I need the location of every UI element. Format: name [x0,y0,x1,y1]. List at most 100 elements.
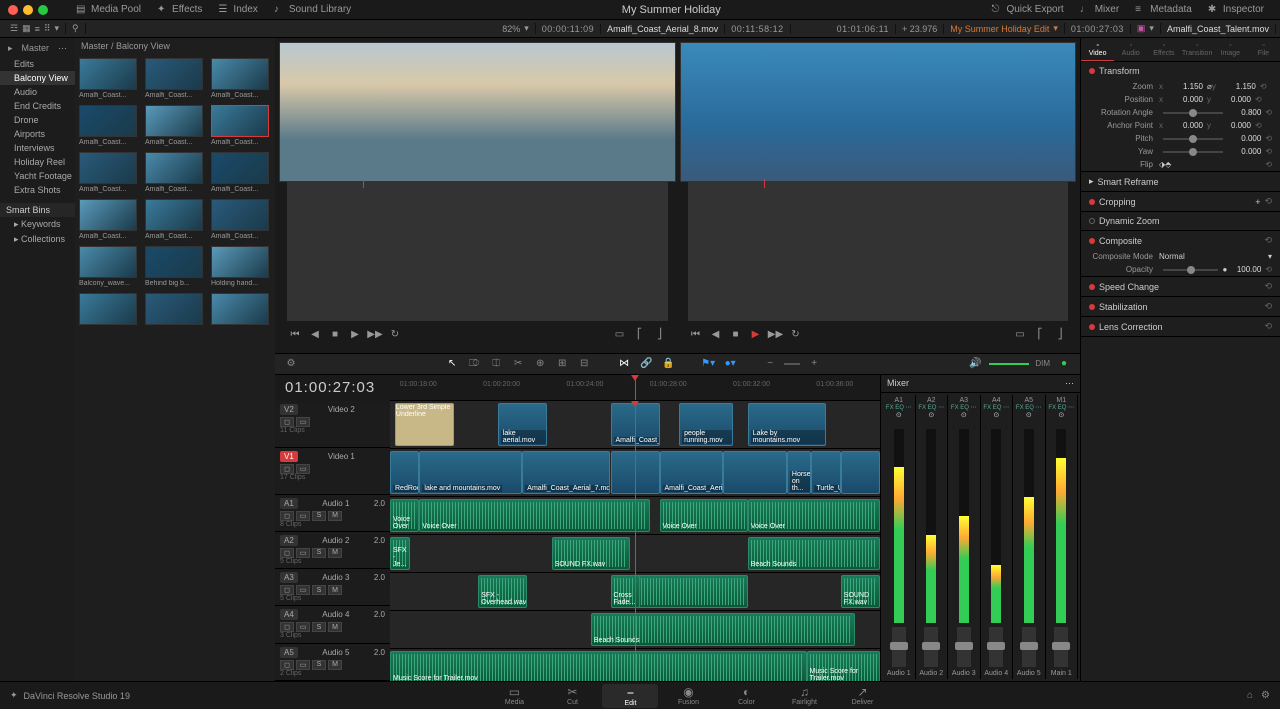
zoom-in[interactable]: + [806,356,822,372]
monitor-volume[interactable]: 🔊 [967,356,983,372]
media-clip[interactable]: Amalfi_Coast... [211,152,271,193]
project-manager-icon[interactable]: ⌂ [1247,690,1253,701]
bin-item[interactable]: Edits [0,57,75,71]
page-cut[interactable]: ✂Cut [544,684,600,708]
src-first-frame[interactable]: ⏮ [287,327,303,343]
pos-x[interactable]: 0.000 [1169,95,1207,104]
src-play[interactable]: ▶ [347,327,363,343]
timeline-clip[interactable]: SFX - Overhead.wav [478,575,527,608]
insert-clip[interactable]: ⊕ [532,356,548,372]
track-header-a5[interactable]: A5Audio 52.0◻▭SM2 Clips [275,644,390,681]
timeline-clip[interactable]: SOUND FX.wav [552,537,630,570]
track-header-v1[interactable]: V1Video 1◻▭17 Clips [275,448,390,495]
timeline-clip[interactable]: Lower 3rd Simple Underline [395,403,454,446]
timeline-clip[interactable] [841,451,880,494]
dynamic-trim[interactable]: ⎅ [488,356,504,372]
page-fusion[interactable]: ◉Fusion [660,684,716,708]
media-clip[interactable]: Holding hand... [211,246,271,287]
prg-prev-frame[interactable]: ◀ [708,327,724,343]
media-clip[interactable]: Amalfi_Coast... [211,199,271,240]
media-pool-toggle[interactable]: ▤Media Pool [68,4,149,15]
inspector-toggle[interactable]: ✱Inspector [1200,4,1272,15]
prg-next-frame[interactable]: ▶▶ [768,327,784,343]
zoom-y[interactable]: 1.150 [1222,82,1260,91]
media-clip[interactable] [79,293,139,327]
bin-item[interactable]: Extra Shots [0,183,75,197]
bin-item[interactable]: Drone [0,113,75,127]
sound-library-toggle[interactable]: ♪Sound Library [266,4,359,15]
lens-correction-section[interactable]: Lens Correction ⟲ [1081,317,1280,336]
transform-section[interactable]: Transform [1081,62,1280,80]
dynamic-zoom-section[interactable]: Dynamic Zoom [1081,212,1280,230]
yaw-slider[interactable] [1163,151,1223,153]
playhead[interactable] [635,375,636,400]
inspector-tab-video[interactable]: ▫Video [1081,38,1114,61]
track-header-a3[interactable]: A3Audio 32.0◻▭SM5 Clips [275,569,390,606]
index-toggle[interactable]: ☰Index [210,4,265,15]
bin-item[interactable]: End Credits [0,99,75,113]
media-clip[interactable]: Amalfi_Coast... [79,152,139,193]
inspector-tab-audio[interactable]: ▫Audio [1114,38,1147,61]
pos-y[interactable]: 0.000 [1217,95,1255,104]
media-clip[interactable] [211,293,271,327]
prg-loop[interactable]: ↻ [788,327,804,343]
mixer-strip-a2[interactable]: A2FX EQ ⋯⊙Audio 2 [916,395,949,680]
timeline-clip[interactable]: SOUND FX.wav [841,575,880,608]
timeline-clip[interactable]: Horse on th... [787,451,812,494]
mixer-toggle[interactable]: ♩Mixer [1072,4,1127,15]
src-prev-frame[interactable]: ◀ [307,327,323,343]
prg-mark-in[interactable]: ⎡ [1032,327,1048,343]
timeline-clip[interactable]: RedRock_Talent_3... [390,451,419,494]
bin-item[interactable]: Yacht Footage [0,169,75,183]
timeline-clip[interactable]: Music Score for Trailer.mov [390,651,807,682]
media-clip[interactable] [145,293,205,327]
prg-stop[interactable]: ■ [728,327,744,343]
page-color[interactable]: ◐Color [718,684,774,708]
timeline-name[interactable]: My Summer Holiday Edit ▾ [944,23,1065,34]
timeline-clip[interactable]: Amalfi_Coast_Aerial_7.mov [522,451,610,494]
page-deliver[interactable]: ↗Deliver [834,684,890,708]
source-scrubber[interactable] [287,182,668,320]
timeline-clip[interactable]: lake and mountains.mov [419,451,522,494]
inspector-tab-effects[interactable]: ▫Effects [1147,38,1180,61]
media-clip[interactable]: Amalfi_Coast... [145,199,205,240]
flag[interactable]: ⚑▾ [700,356,716,372]
inspector-tab-image[interactable]: ▫Image [1214,38,1247,61]
timeline-clip[interactable]: Amalfi_Coast_Aerial_6.mov [660,451,724,494]
media-clip[interactable]: Behind big b... [145,246,205,287]
media-clip[interactable]: Amalfi_Coast... [145,105,205,146]
timeline-clip[interactable]: Voice Over [660,499,748,532]
track-header-v2[interactable]: V2Video 2◻▭11 Clips [275,401,390,448]
program-scrubber[interactable] [688,182,1069,320]
track-header-a1[interactable]: A1Audio 12.0◻▭SM8 Clips [275,495,390,532]
timeline-clip[interactable]: Voice Over [390,499,419,532]
src-next-frame[interactable]: ▶▶ [367,327,383,343]
opacity-value[interactable]: 100.00 [1227,265,1265,274]
rotation-value[interactable]: 0.800 [1227,108,1265,117]
program-viewer-image[interactable] [680,42,1077,182]
bin-item[interactable]: Interviews [0,141,75,155]
timeline-clip[interactable]: Lake by mountains.mov [748,403,826,446]
src-mark-in[interactable]: ⎡ [632,327,648,343]
page-edit[interactable]: ⎯Edit [602,684,658,708]
src-zoom[interactable]: 82% [502,24,520,34]
smart-bin-item[interactable]: ▸ Collections [0,232,75,247]
src-stop[interactable]: ■ [327,327,343,343]
timeline-clip[interactable]: Voice Over [419,499,649,532]
stabilization-section[interactable]: Stabilization ⟲ [1081,297,1280,316]
page-fairlight[interactable]: ♫Fairlight [776,684,832,708]
media-clip[interactable]: Balcony_wave... [79,246,139,287]
composite-mode[interactable]: Normal [1159,252,1268,261]
src-loop[interactable]: ↻ [387,327,403,343]
timeline-clip[interactable]: Voice Over [748,499,880,532]
master-bin[interactable]: ▸Master⋯ [0,40,75,57]
timeline-ruler[interactable]: 01:00:18:0001:00:20:0001:00:24:0001:00:2… [390,375,880,401]
position-lock[interactable]: 🔒 [660,356,676,372]
link-selection[interactable]: 🔗 [638,356,654,372]
mixer-strip-a5[interactable]: A5FX EQ ⋯⊙Audio 5 [1013,395,1046,680]
marker[interactable]: ●▾ [722,356,738,372]
zoom-x[interactable]: 1.150 [1169,82,1207,91]
bin-item[interactable]: Audio [0,85,75,99]
timeline-clip[interactable]: Beach Sounds [748,537,880,570]
prg-match-frame[interactable]: ▭ [1012,327,1028,343]
